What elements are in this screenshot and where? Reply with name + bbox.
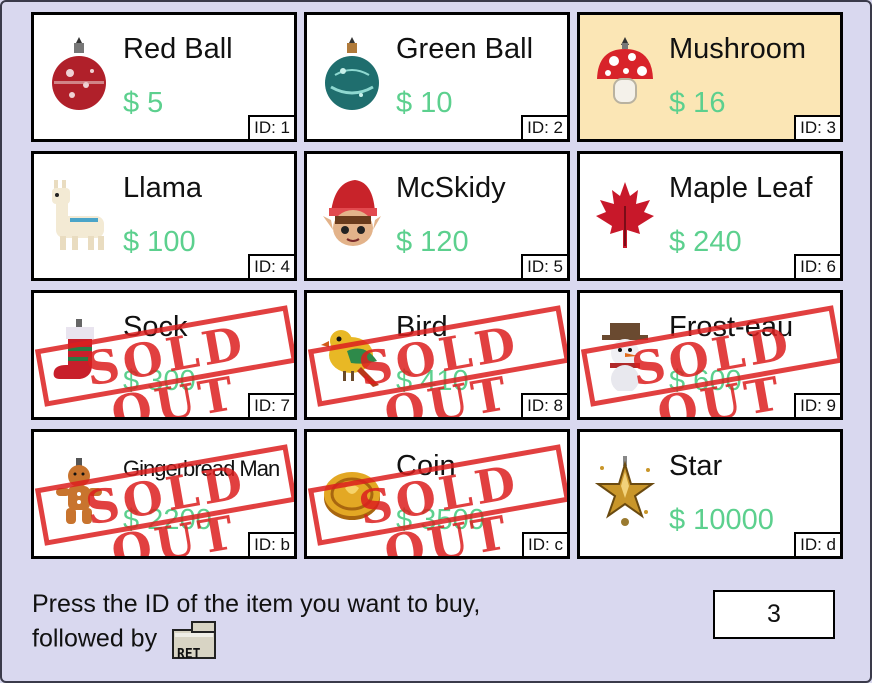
- stocking-icon: [48, 315, 110, 391]
- item-name: Star: [669, 450, 723, 482]
- item-price: $ 16: [669, 87, 726, 119]
- item-price: $ 600: [669, 365, 742, 397]
- item-id-badge: ID: b: [248, 532, 294, 556]
- item-id-badge: ID: 9: [794, 393, 840, 417]
- snowman-icon: [594, 315, 656, 391]
- item-price: $ 10000: [669, 504, 774, 536]
- item-price: $ 5: [123, 87, 164, 119]
- prompt-line-2: followed by RET: [32, 621, 480, 662]
- item-name: Frost-eau: [669, 311, 794, 343]
- item-card-bird[interactable]: Bird $ 410 SOLD OUT ID: 8: [304, 290, 570, 420]
- item-name: Bird: [396, 311, 448, 343]
- star-ornament-icon: [594, 454, 656, 530]
- item-name: Sock: [123, 311, 188, 343]
- item-id-badge: ID: 1: [248, 115, 294, 139]
- item-price: $ 300: [123, 365, 196, 397]
- gingerbread-icon: [48, 454, 110, 530]
- item-name: Red Ball: [123, 33, 233, 65]
- item-card-mushroom[interactable]: Mushroom $ 16 ID: 3: [577, 12, 843, 142]
- item-id-badge: ID: 5: [521, 254, 567, 278]
- item-price: $ 410: [396, 365, 469, 397]
- item-card-star[interactable]: Star $ 10000 ID: d: [577, 429, 843, 559]
- item-name: Gingerbread Man: [123, 456, 280, 481]
- item-card-red-ball[interactable]: Red Ball $ 5 ID: 1: [31, 12, 297, 142]
- item-card-gingerbread-man[interactable]: Gingerbread Man $ 2200 SOLD OUT ID: b: [31, 429, 297, 559]
- item-card-sock[interactable]: Sock $ 300 SOLD OUT ID: 7: [31, 290, 297, 420]
- item-id-badge: ID: 4: [248, 254, 294, 278]
- item-id-input[interactable]: 3: [713, 590, 835, 639]
- item-id-badge: ID: 6: [794, 254, 840, 278]
- mushroom-icon: [594, 37, 656, 113]
- item-name: Coin: [396, 450, 456, 482]
- prompt-line-1: Press the ID of the item you want to buy…: [32, 590, 481, 618]
- return-key-icon: RET: [172, 621, 217, 662]
- item-id-badge: ID: 7: [248, 393, 294, 417]
- item-price: $ 100: [123, 226, 196, 258]
- item-name: Green Ball: [396, 33, 534, 65]
- item-card-llama[interactable]: Llama $ 100 ID: 4: [31, 151, 297, 281]
- item-name: McSkidy: [396, 172, 506, 204]
- item-price: $ 10: [396, 87, 453, 119]
- item-price: $ 120: [396, 226, 469, 258]
- item-id-badge: ID: d: [794, 532, 840, 556]
- item-id-badge: ID: c: [522, 532, 567, 556]
- item-name: Maple Leaf: [669, 172, 813, 204]
- item-price: $ 3500: [396, 504, 485, 536]
- item-price: $ 2200: [123, 504, 212, 536]
- item-grid: Red Ball $ 5 ID: 1 Green Ball $ 10 ID: 2: [31, 12, 843, 559]
- maple-leaf-icon: [594, 176, 656, 252]
- item-id-badge: ID: 2: [521, 115, 567, 139]
- item-card-coin[interactable]: Coin $ 3500 SOLD OUT ID: c: [304, 429, 570, 559]
- coin-icon: [321, 454, 383, 530]
- prompt-followed-by: followed by: [32, 624, 158, 653]
- green-ornament-icon: [321, 37, 383, 113]
- item-id-badge: ID: 3: [794, 115, 840, 139]
- llama-icon: [48, 176, 110, 252]
- red-ornament-icon: [48, 37, 110, 113]
- item-card-maple-leaf[interactable]: Maple Leaf $ 240 ID: 6: [577, 151, 843, 281]
- item-card-mcskidy[interactable]: McSkidy $ 120 ID: 5: [304, 151, 570, 281]
- purchase-instructions: Press the ID of the item you want to buy…: [32, 588, 481, 662]
- item-card-frost-eau[interactable]: Frost-eau $ 600 SOLD OUT ID: 9: [577, 290, 843, 420]
- item-price: $ 240: [669, 226, 742, 258]
- return-key-label: RET: [177, 647, 201, 662]
- item-card-green-ball[interactable]: Green Ball $ 10 ID: 2: [304, 12, 570, 142]
- bird-icon: [321, 315, 383, 391]
- item-name: Mushroom: [669, 33, 806, 65]
- item-id-badge: ID: 8: [521, 393, 567, 417]
- elf-icon: [321, 176, 383, 252]
- item-name: Llama: [123, 172, 202, 204]
